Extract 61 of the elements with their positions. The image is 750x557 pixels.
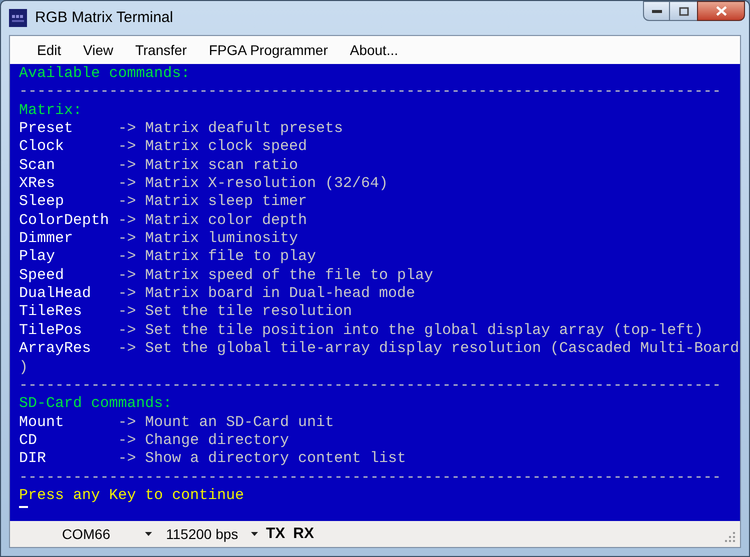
command-name: TilePos xyxy=(19,322,84,340)
resize-grip-icon[interactable] xyxy=(725,532,736,543)
section-heading: SD-Card commands: xyxy=(19,395,172,414)
minimize-button[interactable] xyxy=(643,1,670,21)
command-description: -> Matrix board in Dual-head mode xyxy=(118,285,416,304)
command-description: -> Matrix color depth xyxy=(118,212,308,230)
command-name: ArrayRes xyxy=(19,340,92,358)
dashed-rule: ------------------------------------------------------------------------------ xyxy=(19,376,722,396)
command-description: -> Set the tile resolution xyxy=(118,303,352,322)
command-description: -> Set the global tile-array display resolution (Cascaded Multi-Board xyxy=(118,340,740,358)
command-name: Play xyxy=(19,248,56,267)
menu-item[interactable]: View xyxy=(72,36,124,64)
command-name: Mount xyxy=(19,414,66,432)
command-description: -> Matrix speed of the file to play xyxy=(118,266,434,286)
section-heading: Matrix: xyxy=(19,102,82,120)
command-name: ColorDepth xyxy=(19,212,110,230)
menu-item[interactable]: About... xyxy=(338,36,410,64)
dashed-rule: ------------------------------------------------------------------------------ xyxy=(19,83,722,102)
command-name: TileRes xyxy=(19,303,84,322)
command-name: Clock xyxy=(19,138,66,157)
command-name: CD xyxy=(19,432,38,450)
window-title: RGB Matrix Terminal xyxy=(35,8,174,28)
command-name: Scan xyxy=(19,156,56,176)
caret-icon xyxy=(251,532,258,536)
menu-item[interactable]: FPGA Programmer xyxy=(198,36,339,64)
command-name: Dimmer xyxy=(19,230,74,248)
caret-icon xyxy=(145,532,152,536)
menu-item[interactable]: Transfer xyxy=(124,36,198,64)
command-name: Sleep xyxy=(19,193,66,212)
prompt-text: Press any Key to continue xyxy=(19,486,244,506)
tx-indicator: TX xyxy=(266,524,286,544)
command-name: Speed xyxy=(19,266,66,286)
app-icon xyxy=(9,9,27,27)
command-name: DualHead xyxy=(19,285,92,304)
text-cursor xyxy=(19,506,28,508)
command-description: -> Change directory xyxy=(118,432,290,450)
command-description: -> Matrix deafult presets xyxy=(118,120,344,138)
output-text: ) xyxy=(19,358,28,377)
command-description: -> Matrix clock speed xyxy=(118,138,308,157)
command-name: Preset xyxy=(19,120,74,138)
command-description: -> Matrix scan ratio xyxy=(118,156,298,176)
maximize-icon xyxy=(678,6,688,16)
command-description: -> Show a directory content list xyxy=(118,450,406,469)
command-name: DIR xyxy=(19,450,48,469)
command-description: -> Matrix file to play xyxy=(118,248,316,267)
command-description: -> Set the tile position into the global display array (top-left) xyxy=(118,322,704,340)
rx-indicator: RX xyxy=(293,524,314,544)
baud-dropdown[interactable]: 115200 bps xyxy=(166,524,258,544)
port-dropdown[interactable]: COM66 xyxy=(32,524,152,544)
section-heading: Available commands: xyxy=(19,65,190,84)
command-description: -> Matrix sleep timer xyxy=(118,193,308,212)
close-button[interactable] xyxy=(697,1,745,21)
dashed-rule: ------------------------------------------------------------------------------ xyxy=(19,468,722,487)
menu-item[interactable]: Edit xyxy=(26,36,72,64)
command-description: -> Matrix luminosity xyxy=(118,230,298,248)
minimize-icon xyxy=(652,9,662,13)
command-description: -> Mount an SD-Card unit xyxy=(118,414,334,432)
maximize-button[interactable] xyxy=(670,1,697,21)
close-icon xyxy=(716,6,726,16)
command-description: -> Matrix X-resolution (32/64) xyxy=(118,175,388,194)
command-name: XRes xyxy=(19,175,56,194)
